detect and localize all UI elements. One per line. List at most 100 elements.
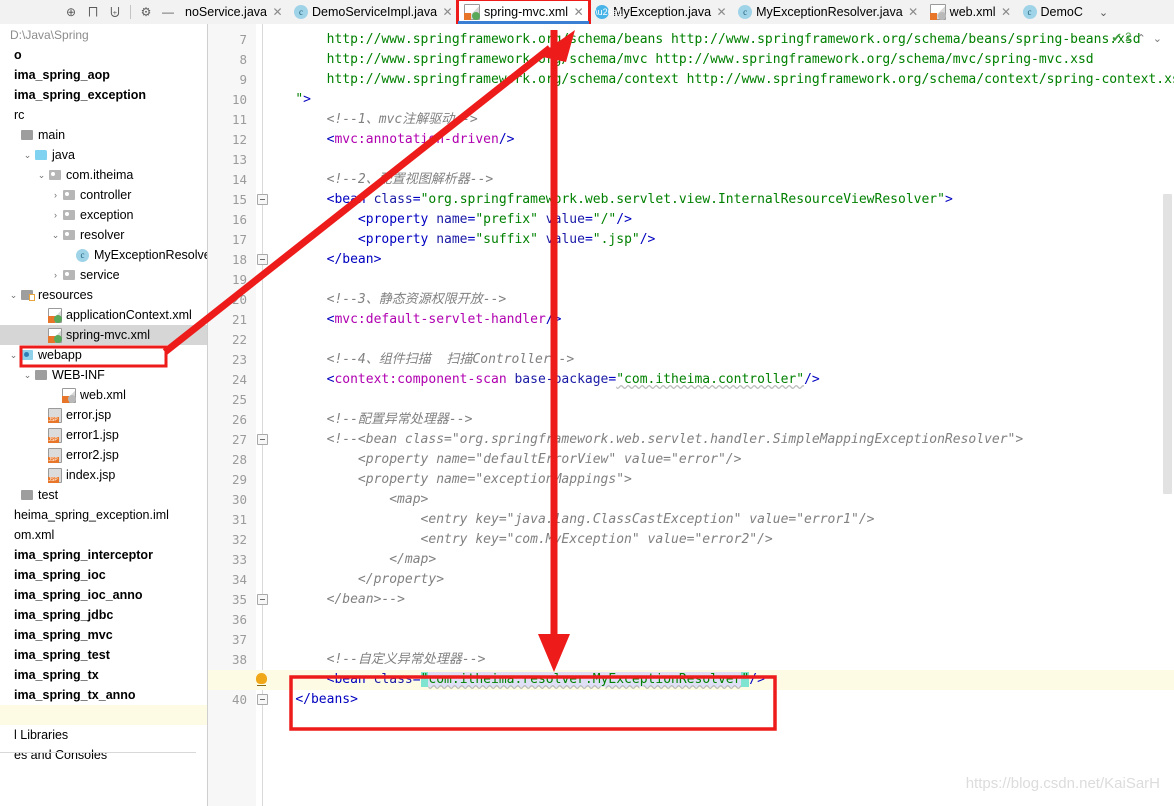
code-editor[interactable]: 7 8 9 10 11 12 13 14 15 16 17 18 19 20 21 22 23 24 25 26 27 2… [208, 24, 1174, 806]
disclosure-arrow[interactable]: › [50, 190, 61, 200]
project-tree[interactable]: ›o›ima_spring_aop›ima_spring_exception›r… [0, 45, 207, 765]
code-line-8[interactable]: http://www.springframework.org/schema/mv… [264, 50, 1094, 70]
fold-marker-line-35[interactable] [257, 594, 268, 605]
line-number[interactable]: 34 [232, 570, 247, 590]
disclosure-arrow[interactable]: › [50, 270, 61, 280]
tree-item-resolver[interactable]: ⌄ resolver [0, 225, 207, 245]
fold-marker-line-40[interactable] [257, 694, 268, 705]
tree-item-web-inf[interactable]: ⌄ WEB-INF [0, 365, 207, 385]
tree-item-ima-spring-ioc[interactable]: ›ima_spring_ioc [0, 565, 207, 585]
close-icon[interactable]: ✕ [442, 5, 453, 19]
disclosure-arrow[interactable]: ⌄ [8, 350, 19, 361]
code-line-23[interactable]: <!--4、组件扫描 扫描Controller--> [264, 350, 575, 370]
tree-item-service[interactable]: › service [0, 265, 207, 285]
tree-item-java[interactable]: ⌄ java [0, 145, 207, 165]
fold-marker-line-15[interactable] [257, 194, 268, 205]
tab-demoserviceimpl-java[interactable]: c DemoServiceImpl.java ✕ [288, 0, 458, 24]
code-line-14[interactable]: <!--2、配置视图解析器--> [264, 170, 494, 190]
line-number[interactable]: 36 [232, 610, 247, 630]
line-number[interactable]: 10 [232, 90, 247, 110]
line-number[interactable]: 19 [232, 270, 247, 290]
code-line-29[interactable]: <property name="exceptionMappings"> [264, 470, 632, 490]
tree-item-error2-jsp[interactable]: ›error2.jsp [0, 445, 207, 465]
line-number[interactable]: 12 [232, 130, 247, 150]
fold-marker-line-18[interactable] [257, 254, 268, 265]
line-number[interactable]: 28 [232, 450, 247, 470]
code-line-17[interactable]: <property name="suffix" value=".jsp"/> [264, 230, 655, 250]
code-line-30[interactable]: <map> [264, 490, 428, 510]
tab-noservice-java[interactable]: noService.java ✕ [179, 0, 288, 24]
line-number[interactable]: 24 [232, 370, 247, 390]
tree-item-resources[interactable]: ⌄ resources [0, 285, 207, 305]
tree-item-heima-spring-exception-iml[interactable]: ›heima_spring_exception.iml [0, 505, 207, 525]
settings-gear-icon[interactable]: ⚙ [135, 1, 157, 23]
tree-item-exception[interactable]: › exception [0, 205, 207, 225]
tree-item-main[interactable]: ›main [0, 125, 207, 145]
close-icon[interactable]: ✕ [272, 5, 283, 19]
tree-item-ima-spring-ioc-anno[interactable]: ›ima_spring_ioc_anno [0, 585, 207, 605]
intention-bulb-icon[interactable] [256, 673, 267, 684]
line-number[interactable]: 18 [232, 250, 247, 270]
line-number[interactable]: 7 [239, 30, 247, 50]
disclosure-arrow[interactable]: ⌄ [8, 290, 19, 301]
code-line-10[interactable]: "> [264, 90, 311, 110]
code-line-35[interactable]: </bean>--> [264, 590, 405, 610]
expand-all-icon[interactable]: ⨅ [82, 1, 104, 23]
tree-item-test[interactable]: ›test [0, 485, 207, 505]
disclosure-arrow[interactable]: › [50, 210, 61, 220]
line-number[interactable]: 15 [232, 190, 247, 210]
code-line-20[interactable]: <!--3、静态资源权限开放--> [264, 290, 507, 310]
code-line-39[interactable]: <bean class="com.itheima.resolver.MyExce… [264, 670, 765, 690]
code-line-18[interactable]: </bean> [264, 250, 382, 270]
tab-web-xml[interactable]: web.xml ✕ [924, 0, 1017, 24]
locate-icon[interactable]: ⊕ [60, 1, 82, 23]
previous-problem-icon[interactable]: ⌃ [1135, 32, 1148, 45]
collapse-all-icon[interactable]: ⨄ [104, 1, 126, 23]
line-number[interactable]: 21 [232, 310, 247, 330]
tree-item-o[interactable]: ›o [0, 45, 207, 65]
line-number[interactable]: 35 [232, 590, 247, 610]
code-line-28[interactable]: <property name="defaultErrorView" value=… [264, 450, 742, 470]
tree-item-l-libraries[interactable]: ›l Libraries [0, 725, 207, 745]
code-line-34[interactable]: </property> [264, 570, 444, 590]
tab-spring-mvc-xml[interactable]: spring-mvc.xml ✕ [456, 0, 592, 24]
project-tree-panel[interactable]: D:\Java\Spring ›o›ima_spring_aop›ima_spr… [0, 24, 208, 806]
code-content[interactable]: http://www.springframework.org/schema/be… [208, 24, 1174, 806]
line-number[interactable]: 13 [232, 150, 247, 170]
code-line-26[interactable]: <!--配置异常处理器--> [264, 410, 473, 430]
line-number[interactable]: 9 [239, 70, 247, 90]
code-line-32[interactable]: <entry key="com.MyException" value="erro… [264, 530, 773, 550]
tree-item-ima-spring-mvc[interactable]: ›ima_spring_mvc [0, 625, 207, 645]
tab-democ[interactable]: c DemoC [1017, 0, 1093, 24]
close-icon[interactable]: ✕ [716, 5, 727, 19]
disclosure-arrow[interactable]: ⌄ [36, 170, 47, 181]
tree-item-ima-spring-interceptor[interactable]: ›ima_spring_interceptor [0, 545, 207, 565]
tree-item-index-jsp[interactable]: ›index.jsp [0, 465, 207, 485]
line-number[interactable]: 32 [232, 530, 247, 550]
code-line-31[interactable]: <entry key="java.lang.ClassCastException… [264, 510, 875, 530]
code-line-16[interactable]: <property name="prefix" value="/"/> [264, 210, 632, 230]
next-problem-icon[interactable]: ⌄ [1151, 32, 1164, 45]
fold-marker-line-27[interactable] [257, 434, 268, 445]
line-number[interactable]: 37 [232, 630, 247, 650]
tree-item-applicationcontext-xml[interactable]: ›applicationContext.xml [0, 305, 207, 325]
tree-item-error1-jsp[interactable]: ›error1.jsp [0, 425, 207, 445]
tree-item-ima-spring-exception[interactable]: ›ima_spring_exception [0, 85, 207, 105]
tree-item-ima-spring-jdbc[interactable]: ›ima_spring_jdbc [0, 605, 207, 625]
tab-myexceptionresolver-java[interactable]: c MyExceptionResolver.java ✕ [732, 0, 924, 24]
tree-item-error-jsp[interactable]: ›error.jsp [0, 405, 207, 425]
tree-item-ima-spring-aop[interactable]: ›ima_spring_aop [0, 65, 207, 85]
tree-item-ima-spring-tx[interactable]: ›ima_spring_tx [0, 665, 207, 685]
line-number[interactable]: 14 [232, 170, 247, 190]
tree-item-rc[interactable]: ›rc [0, 105, 207, 125]
tree-item-blank[interactable]: › [0, 705, 207, 725]
tree-item-ima-spring-tx-anno[interactable]: ›ima_spring_tx_anno [0, 685, 207, 705]
tab-myexception-java[interactable]: \u26a1 MyException.java ✕ [589, 0, 732, 24]
code-line-15[interactable]: <bean class="org.springframework.web.ser… [264, 190, 953, 210]
disclosure-arrow[interactable]: ⌄ [50, 230, 61, 241]
tree-item-es-and-consoles[interactable]: ›es and Consoles [0, 745, 207, 765]
line-number[interactable]: 16 [232, 210, 247, 230]
hide-panel-icon[interactable]: — [157, 1, 179, 23]
code-line-27[interactable]: <!--<bean class="org.springframework.web… [264, 430, 1024, 450]
line-number[interactable]: 30 [232, 490, 247, 510]
